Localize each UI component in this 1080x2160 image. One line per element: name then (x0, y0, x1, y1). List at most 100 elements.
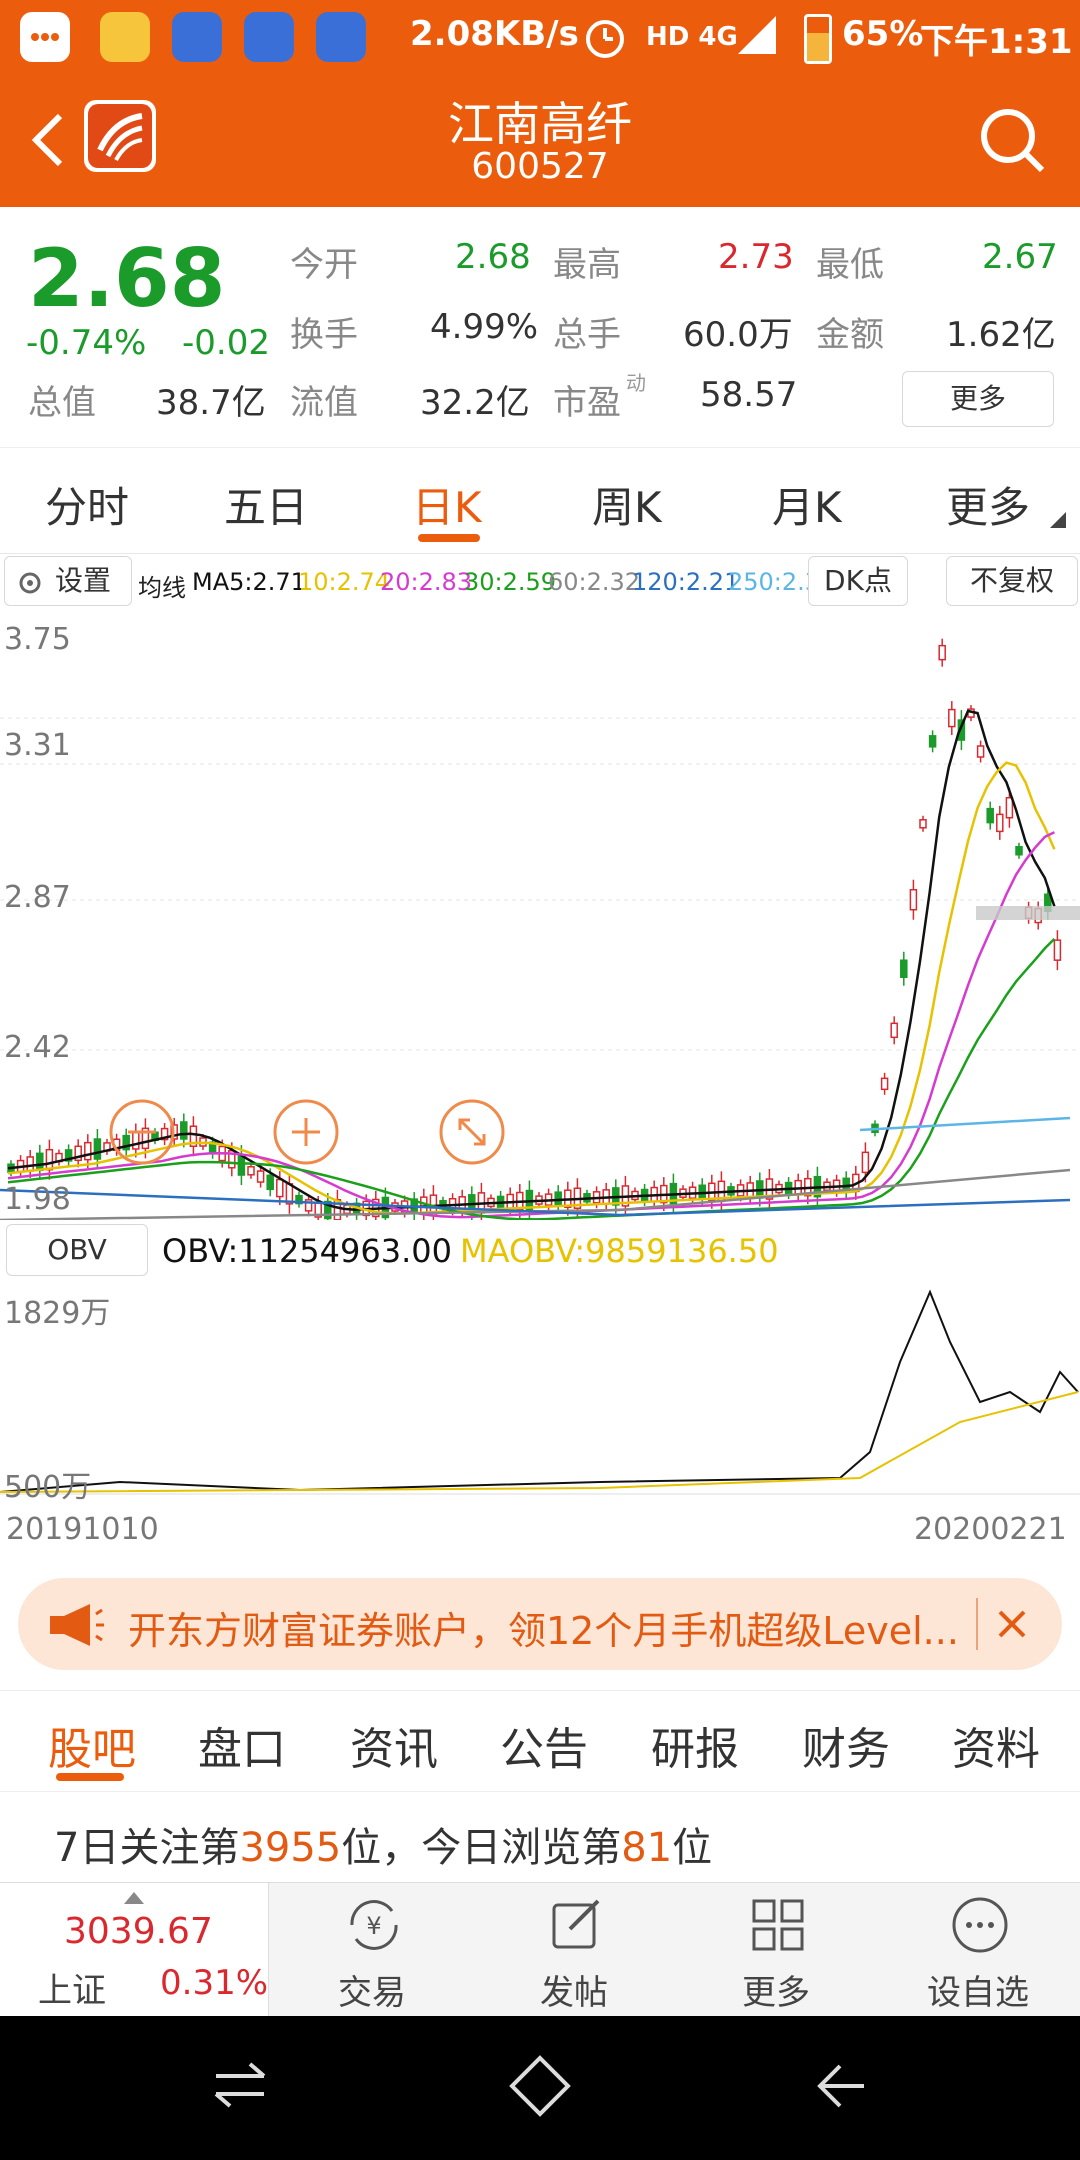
index-value: 3039.67 (64, 1911, 213, 1952)
grid-icon (748, 1895, 808, 1959)
open-label: 今开 (290, 245, 358, 285)
tab-intraday[interactable]: 分时 (45, 474, 129, 535)
index-change: 0.31% (160, 1963, 269, 2003)
home-icon[interactable] (508, 2054, 572, 2122)
promo-text: 开东方财富证券账户，领12个月手机超级Level... (128, 1609, 959, 1653)
pe-label: 市盈 (553, 383, 621, 423)
stock-name: 江南高纤 (448, 97, 632, 151)
tab-news[interactable]: 资讯 (350, 1713, 438, 1777)
network-type: HD 4G (646, 22, 738, 52)
high-label: 最高 (553, 245, 621, 285)
open-value: 2.68 (455, 237, 531, 277)
zoom-out-button[interactable] (108, 1098, 176, 1170)
tab-more[interactable]: 更多 (946, 474, 1030, 535)
index-widget[interactable]: 3039.67 上证 0.31% (0, 1883, 269, 2017)
attention-rank: 7日关注第3955位，今日浏览第81位 (54, 1815, 712, 1873)
pe-dynamic-mark: 动 (626, 371, 646, 395)
amount-value: 1.62亿 (946, 315, 1056, 355)
active-tab-indicator (56, 1773, 124, 1781)
candle-body (26, 1156, 34, 1172)
svg-text:¥: ¥ (366, 1912, 381, 1940)
candle-body (1005, 796, 1014, 819)
browser-app-icon (244, 12, 294, 62)
tab-profile[interactable]: 资料 (952, 1713, 1040, 1777)
search-icon[interactable] (978, 106, 1048, 180)
fullscreen-button[interactable] (438, 1098, 506, 1170)
ma5-value: MA5:2.71 (192, 568, 306, 596)
switch-apps-icon[interactable] (210, 2056, 270, 2120)
tab-financials[interactable]: 财务 (802, 1713, 890, 1777)
active-tab-indicator (418, 534, 480, 542)
low-value: 2.67 (982, 237, 1058, 277)
tab-five-day[interactable]: 五日 (224, 474, 308, 535)
dropdown-triangle-icon (1050, 512, 1066, 532)
candle-body (1053, 939, 1062, 961)
tab-daily-k[interactable]: 日K (412, 474, 482, 535)
ma-legend-bar: 设置 均线 MA5:2.71 10:2.74 20:2.83 30:2.59 6… (0, 554, 1080, 610)
divider (976, 1598, 978, 1650)
kline-chart[interactable]: 3.75 3.31 2.87 2.42 1.98 (0, 610, 1080, 1220)
current-price: 2.68 (28, 232, 226, 325)
tab-announcements[interactable]: 公告 (500, 1713, 588, 1777)
more-quote-button[interactable]: 更多 (902, 371, 1054, 427)
ma-label: 均线 (138, 574, 186, 602)
ma120-value: 120:2.21 (632, 568, 740, 596)
close-icon[interactable] (984, 1596, 1040, 1656)
tab-monthly-k[interactable]: 月K (772, 474, 842, 535)
info-tabs: 股吧 盘口 资讯 公告 研报 财务 资料 (0, 1690, 1080, 1792)
obv-chart: 1829万 500万 (0, 1282, 1080, 1505)
indicator-switch-button[interactable]: OBV (6, 1224, 148, 1276)
candle-body (986, 807, 994, 824)
network-speed: 2.08KB/s (410, 14, 579, 54)
obv-bottom-label: 500万 (4, 1470, 92, 1505)
candle-body (976, 745, 985, 758)
ma30-line (7, 938, 1056, 1220)
y-tick-label: 1.98 (4, 1182, 71, 1217)
candle-body (180, 1121, 188, 1140)
obv-header: OBV OBV:11254963.00 MAOBV:9859136.50 (0, 1220, 1080, 1282)
more-button[interactable]: 更多 (676, 1883, 876, 2017)
megaphone-icon (46, 1600, 106, 1654)
candle-body (900, 959, 908, 978)
tab-weekly-k[interactable]: 周K (592, 474, 662, 535)
signal-icon (738, 16, 778, 60)
more-dots-icon (950, 1895, 1010, 1959)
add-watchlist-label: 设自选 (927, 1973, 1029, 2013)
tab-order-book[interactable]: 盘口 (198, 1713, 286, 1777)
back-nav-icon[interactable] (810, 2056, 870, 2120)
settings-label: 设置 (55, 564, 112, 597)
candle-body (266, 1174, 274, 1191)
candle-body (84, 1141, 92, 1161)
volume-label: 总手 (553, 315, 621, 355)
quote-panel: 2.68 -0.74% -0.02 总值 38.7亿 今开 2.68 最高 2.… (0, 207, 1080, 448)
trade-button[interactable]: ¥ 交易 (272, 1883, 472, 2017)
ma250-value: 250:2.3 (728, 568, 808, 596)
turnover-label: 换手 (290, 315, 358, 355)
period-tabs: 分时 五日 日K 周K 月K 更多 (0, 448, 1080, 554)
post-button[interactable]: 发帖 (474, 1883, 674, 2017)
pe-value: 58.57 (700, 375, 798, 415)
message-icon (20, 12, 70, 62)
tab-research[interactable]: 研报 (651, 1713, 739, 1777)
maobv-line (0, 1391, 1079, 1493)
candle-body (93, 1138, 102, 1160)
clock: 下午1:31 (920, 22, 1073, 62)
status-bar: 2.08KB/s HD 4G 65% 下午1:31 (0, 0, 1080, 75)
date-start-label: 20191010 (6, 1512, 159, 1547)
obv-line (0, 1289, 1079, 1493)
dk-point-button[interactable]: DK点 (808, 556, 908, 606)
caret-up-icon (124, 1889, 144, 1908)
ma20-value: 20:2.83 (380, 568, 473, 596)
turnover-value: 4.99% (430, 307, 539, 347)
tab-forum[interactable]: 股吧 (48, 1713, 136, 1777)
y-tick-label: 2.42 (4, 1030, 71, 1065)
promo-banner[interactable]: 开东方财富证券账户，领12个月手机超级Level... (18, 1578, 1062, 1670)
chart-settings-button[interactable]: 设置 (4, 556, 132, 606)
zoom-in-button[interactable] (272, 1098, 340, 1170)
adjust-mode-button[interactable]: 不复权 (946, 556, 1078, 606)
candle-body (45, 1148, 54, 1171)
add-watchlist-button[interactable]: 设自选 (878, 1883, 1078, 2017)
volume-value: 60.0万 (683, 315, 793, 355)
browser-app-icon (316, 12, 366, 62)
battery-percent: 65% (842, 14, 924, 54)
